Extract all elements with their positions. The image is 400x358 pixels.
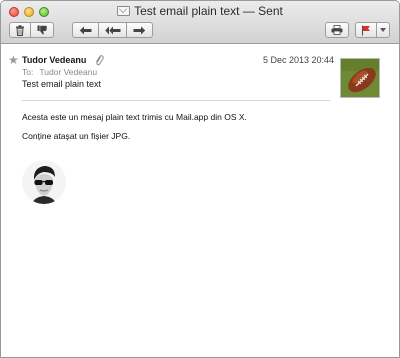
flag-group <box>355 22 390 38</box>
paperclip-icon <box>96 55 104 66</box>
message-body-line: Acesta este un mesaj plain text trimis c… <box>22 112 247 122</box>
trash-icon <box>16 24 24 36</box>
recipient-name[interactable]: Tudor Vedeanu <box>39 67 97 77</box>
message-body-line: Conține atașat un fișier JPG. <box>22 131 131 141</box>
print-button[interactable] <box>325 22 349 38</box>
to-label: To: <box>22 67 34 77</box>
star-icon[interactable]: ★ <box>8 54 19 66</box>
thumbs-down-icon <box>37 25 47 35</box>
reply-button[interactable] <box>72 22 99 38</box>
forward-button[interactable] <box>126 22 153 38</box>
delete-junk-group <box>9 22 54 38</box>
flag-button[interactable] <box>355 22 377 38</box>
portrait-image <box>22 160 66 204</box>
printer-icon <box>331 25 343 35</box>
flag-menu-button[interactable] <box>376 22 390 38</box>
recipient-line: To: Tudor Vedeanu <box>22 67 97 77</box>
delete-button[interactable] <box>9 22 31 38</box>
message-viewer: ★ Tudor Vedeanu 5 Dec 2013 20:44 To: Tudo… <box>1 44 399 357</box>
junk-button[interactable] <box>30 22 54 38</box>
message-date: 5 Dec 2013 20:44 <box>263 55 335 65</box>
forward-icon <box>133 26 146 34</box>
chevron-down-icon <box>380 28 386 32</box>
reply-icon <box>79 26 92 34</box>
jpg-attachment-image[interactable] <box>22 160 66 204</box>
mail-message-window: Test email plain text — Sent ★ Tudor Ved… <box>0 0 400 358</box>
toolbar: Test email plain text — Sent <box>1 1 399 44</box>
sender-avatar <box>340 58 380 98</box>
envelope-icon <box>117 6 131 16</box>
reply-all-button[interactable] <box>98 22 127 38</box>
football-image <box>341 59 379 97</box>
window-title-bar: Test email plain text — Sent <box>1 4 399 18</box>
header-divider <box>22 100 330 101</box>
reply-forward-group <box>72 22 153 38</box>
reply-all-icon <box>104 26 120 34</box>
flag-icon <box>361 25 370 35</box>
sender-name[interactable]: Tudor Vedeanu <box>22 55 86 65</box>
window-title: Test email plain text — Sent <box>134 4 283 18</box>
message-subject: Test email plain text <box>22 79 102 89</box>
